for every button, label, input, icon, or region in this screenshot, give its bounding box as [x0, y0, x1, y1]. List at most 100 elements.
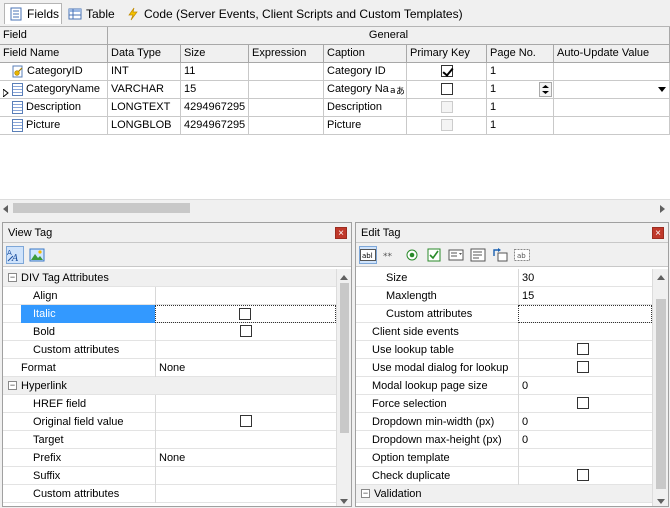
page-spinner[interactable] — [539, 82, 552, 97]
property-value[interactable] — [518, 359, 652, 377]
property-value[interactable] — [518, 341, 652, 359]
edit-tag-vertical-scrollbar[interactable] — [652, 269, 668, 506]
table-row-cell-expression[interactable] — [249, 81, 324, 99]
property-modal-lookup-page-size[interactable]: Modal lookup page size 0 — [356, 377, 652, 395]
property-value[interactable] — [155, 467, 336, 485]
scroll-down-icon[interactable] — [340, 496, 348, 508]
collapse-icon[interactable]: − — [8, 273, 17, 282]
scroll-down-icon[interactable] — [657, 496, 665, 508]
table-row-cell-size[interactable]: 15 — [181, 81, 249, 99]
bold-checkbox[interactable] — [240, 325, 252, 337]
property-value[interactable] — [155, 305, 336, 323]
column-header-data-type[interactable]: Data Type — [108, 45, 181, 63]
column-header-caption[interactable]: Caption — [324, 45, 407, 63]
file-upload-icon[interactable] — [491, 246, 509, 264]
property-value[interactable] — [518, 449, 652, 467]
property-value[interactable]: 0 — [518, 431, 652, 449]
scroll-right-icon[interactable] — [660, 204, 666, 214]
italic-checkbox[interactable] — [239, 308, 251, 320]
property-value[interactable]: 15 — [518, 287, 652, 305]
property-force-selection[interactable]: Force selection — [356, 395, 652, 413]
property-value[interactable] — [155, 341, 336, 359]
use-lookup-table-checkbox[interactable] — [577, 343, 589, 355]
category-validation[interactable]: − Validation — [356, 485, 652, 503]
grid-horizontal-scrollbar[interactable] — [0, 199, 670, 214]
scrollbar-thumb[interactable] — [340, 283, 349, 433]
collapse-icon[interactable]: − — [361, 489, 370, 498]
table-row-cell-caption[interactable]: Description — [324, 99, 407, 117]
property-italic[interactable]: Italic — [3, 305, 336, 323]
property-custom-attributes[interactable]: Custom attributes — [3, 341, 336, 359]
close-icon[interactable]: × — [335, 227, 347, 239]
column-header-auto-update[interactable]: Auto-Update Value — [554, 45, 670, 63]
scrollbar-thumb[interactable] — [656, 299, 666, 489]
table-row-cell-caption[interactable]: Category ID — [324, 63, 407, 81]
property-maxlength[interactable]: Maxlength 15 — [356, 287, 652, 305]
column-header-field-name[interactable]: Field Name — [0, 45, 108, 63]
check-duplicate-checkbox[interactable] — [577, 469, 589, 481]
property-value[interactable] — [155, 485, 336, 503]
property-value[interactable] — [518, 467, 652, 485]
password-icon[interactable]: ** — [381, 246, 399, 264]
property-suffix[interactable]: Suffix — [3, 467, 336, 485]
table-row-cell-expression[interactable] — [249, 99, 324, 117]
image-icon[interactable] — [28, 246, 46, 264]
property-original-field-value[interactable]: Original field value — [3, 413, 336, 431]
table-row-cell-page[interactable]: 1 — [487, 99, 554, 117]
table-row-cell-type[interactable]: INT — [108, 63, 181, 81]
table-row-cell-name[interactable]: CategoryID — [0, 63, 108, 81]
property-value[interactable] — [155, 287, 336, 305]
table-row-cell-size[interactable]: 11 — [181, 63, 249, 81]
select-icon[interactable] — [447, 246, 465, 264]
table-row-cell-pk[interactable] — [407, 63, 487, 81]
property-bold[interactable]: Bold — [3, 323, 336, 341]
table-row-cell-caption[interactable]: Picture — [324, 117, 407, 135]
category-div-tag-attributes[interactable]: − DIV Tag Attributes — [3, 269, 336, 287]
property-value[interactable] — [518, 323, 652, 341]
property-value[interactable]: None — [155, 359, 336, 377]
collapse-icon[interactable]: − — [8, 381, 17, 390]
property-size[interactable]: Size 30 — [356, 269, 652, 287]
table-row-cell-size[interactable]: 4294967295 — [181, 117, 249, 135]
property-value[interactable] — [518, 395, 652, 413]
property-value[interactable]: None — [155, 449, 336, 467]
property-href-field[interactable]: HREF field — [3, 395, 336, 413]
tab-fields[interactable]: Fields — [4, 3, 62, 24]
table-row-cell-page[interactable]: 1 — [487, 63, 554, 81]
property-value[interactable]: 0 — [518, 377, 652, 395]
chevron-down-icon[interactable] — [657, 83, 667, 98]
checkbox-icon[interactable] — [425, 246, 443, 264]
column-header-page-no[interactable]: Page No. — [487, 45, 554, 63]
hidden-field-icon[interactable]: ab — [513, 246, 531, 264]
property-prefix[interactable]: Prefix None — [3, 449, 336, 467]
property-align[interactable]: Align — [3, 287, 336, 305]
table-row-cell-auto[interactable] — [554, 99, 670, 117]
table-row-cell-pk[interactable] — [407, 81, 487, 99]
property-value[interactable] — [155, 431, 336, 449]
table-row-cell-expression[interactable] — [249, 117, 324, 135]
textarea-icon[interactable] — [469, 246, 487, 264]
scrollbar-thumb[interactable] — [13, 203, 190, 213]
property-format[interactable]: Format None — [3, 359, 336, 377]
table-row-cell-type[interactable]: VARCHAR — [108, 81, 181, 99]
original-field-value-checkbox[interactable] — [240, 415, 252, 427]
property-value[interactable]: 0 — [518, 413, 652, 431]
primary-key-checkbox[interactable] — [440, 65, 453, 78]
primary-key-checkbox[interactable] — [440, 83, 453, 96]
table-row-cell-page[interactable]: 1 — [487, 117, 554, 135]
property-use-lookup-table[interactable]: Use lookup table — [356, 341, 652, 359]
property-value[interactable]: 30 — [518, 269, 652, 287]
tab-code[interactable]: Code (Server Events, Client Scripts and … — [122, 3, 463, 24]
table-row-cell-auto[interactable] — [554, 117, 670, 135]
table-row-cell-auto[interactable] — [554, 63, 670, 81]
column-header-expression[interactable]: Expression — [249, 45, 324, 63]
close-icon[interactable]: × — [652, 227, 664, 239]
property-custom-attributes[interactable]: Custom attributes — [3, 485, 336, 503]
table-row-cell-page[interactable]: 1 — [487, 81, 554, 99]
table-row-cell-type[interactable]: LONGTEXT — [108, 99, 181, 117]
table-row-cell-size[interactable]: 4294967295 — [181, 99, 249, 117]
column-header-primary-key[interactable]: Primary Key — [407, 45, 487, 63]
property-dropdown-max-height[interactable]: Dropdown max-height (px) 0 — [356, 431, 652, 449]
force-selection-checkbox[interactable] — [577, 397, 589, 409]
table-row-cell-auto[interactable] — [554, 81, 670, 99]
